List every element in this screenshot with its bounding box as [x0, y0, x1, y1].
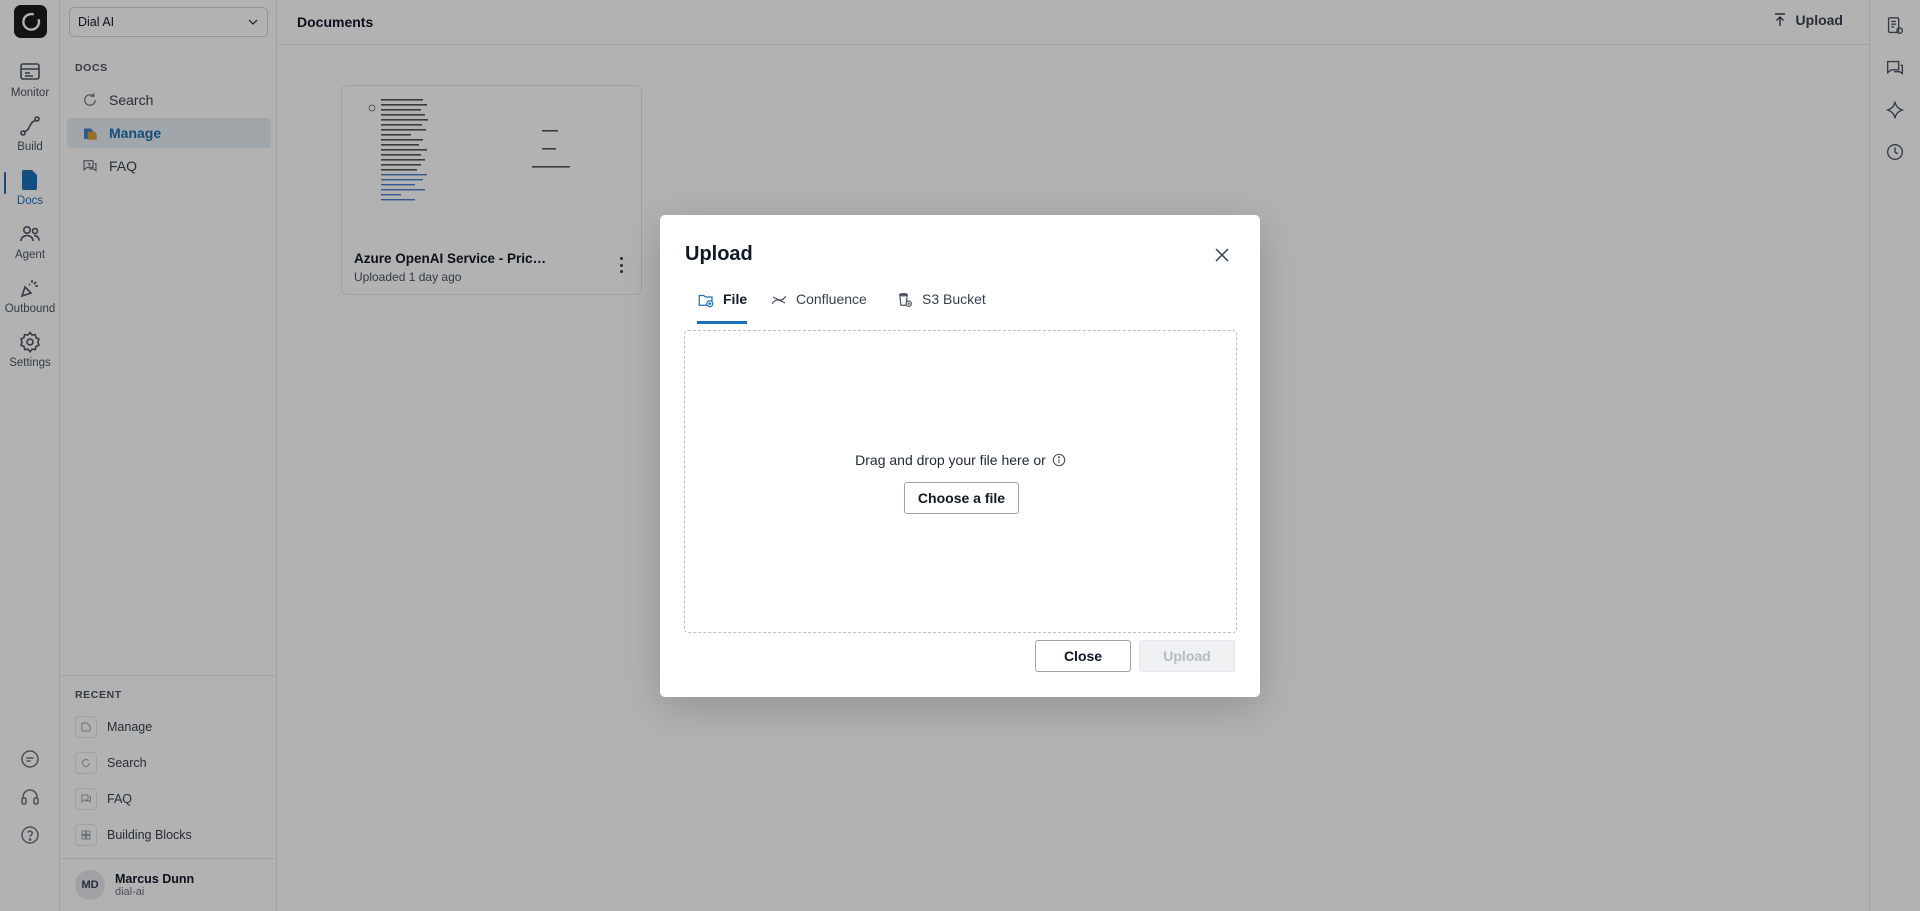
confluence-icon [771, 295, 787, 305]
info-icon[interactable] [1052, 453, 1066, 467]
tab-label: Confluence [796, 291, 867, 307]
dialog-title: Upload [685, 243, 753, 265]
file-add-icon [698, 294, 714, 308]
tab-confluence[interactable]: Confluence [770, 291, 867, 321]
close-button[interactable]: Close [1035, 640, 1131, 672]
choose-file-button[interactable]: Choose a file [904, 482, 1019, 514]
dropzone-text: Drag and drop your file here or [855, 452, 1046, 468]
s3-bucket-icon [899, 293, 912, 307]
upload-submit-button[interactable]: Upload [1139, 640, 1235, 672]
close-icon[interactable] [1214, 247, 1230, 263]
tab-label: File [723, 291, 748, 307]
dropzone-hint: Drag and drop your file here or [685, 452, 1236, 468]
tab-file[interactable]: File [697, 291, 748, 324]
upload-dialog: Upload File Confluence S3 Bucket Drag an… [660, 215, 1260, 697]
tab-s3-bucket[interactable]: S3 Bucket [896, 291, 986, 321]
file-dropzone[interactable]: Drag and drop your file here or Choose a… [684, 330, 1237, 633]
tab-label: S3 Bucket [922, 291, 986, 307]
